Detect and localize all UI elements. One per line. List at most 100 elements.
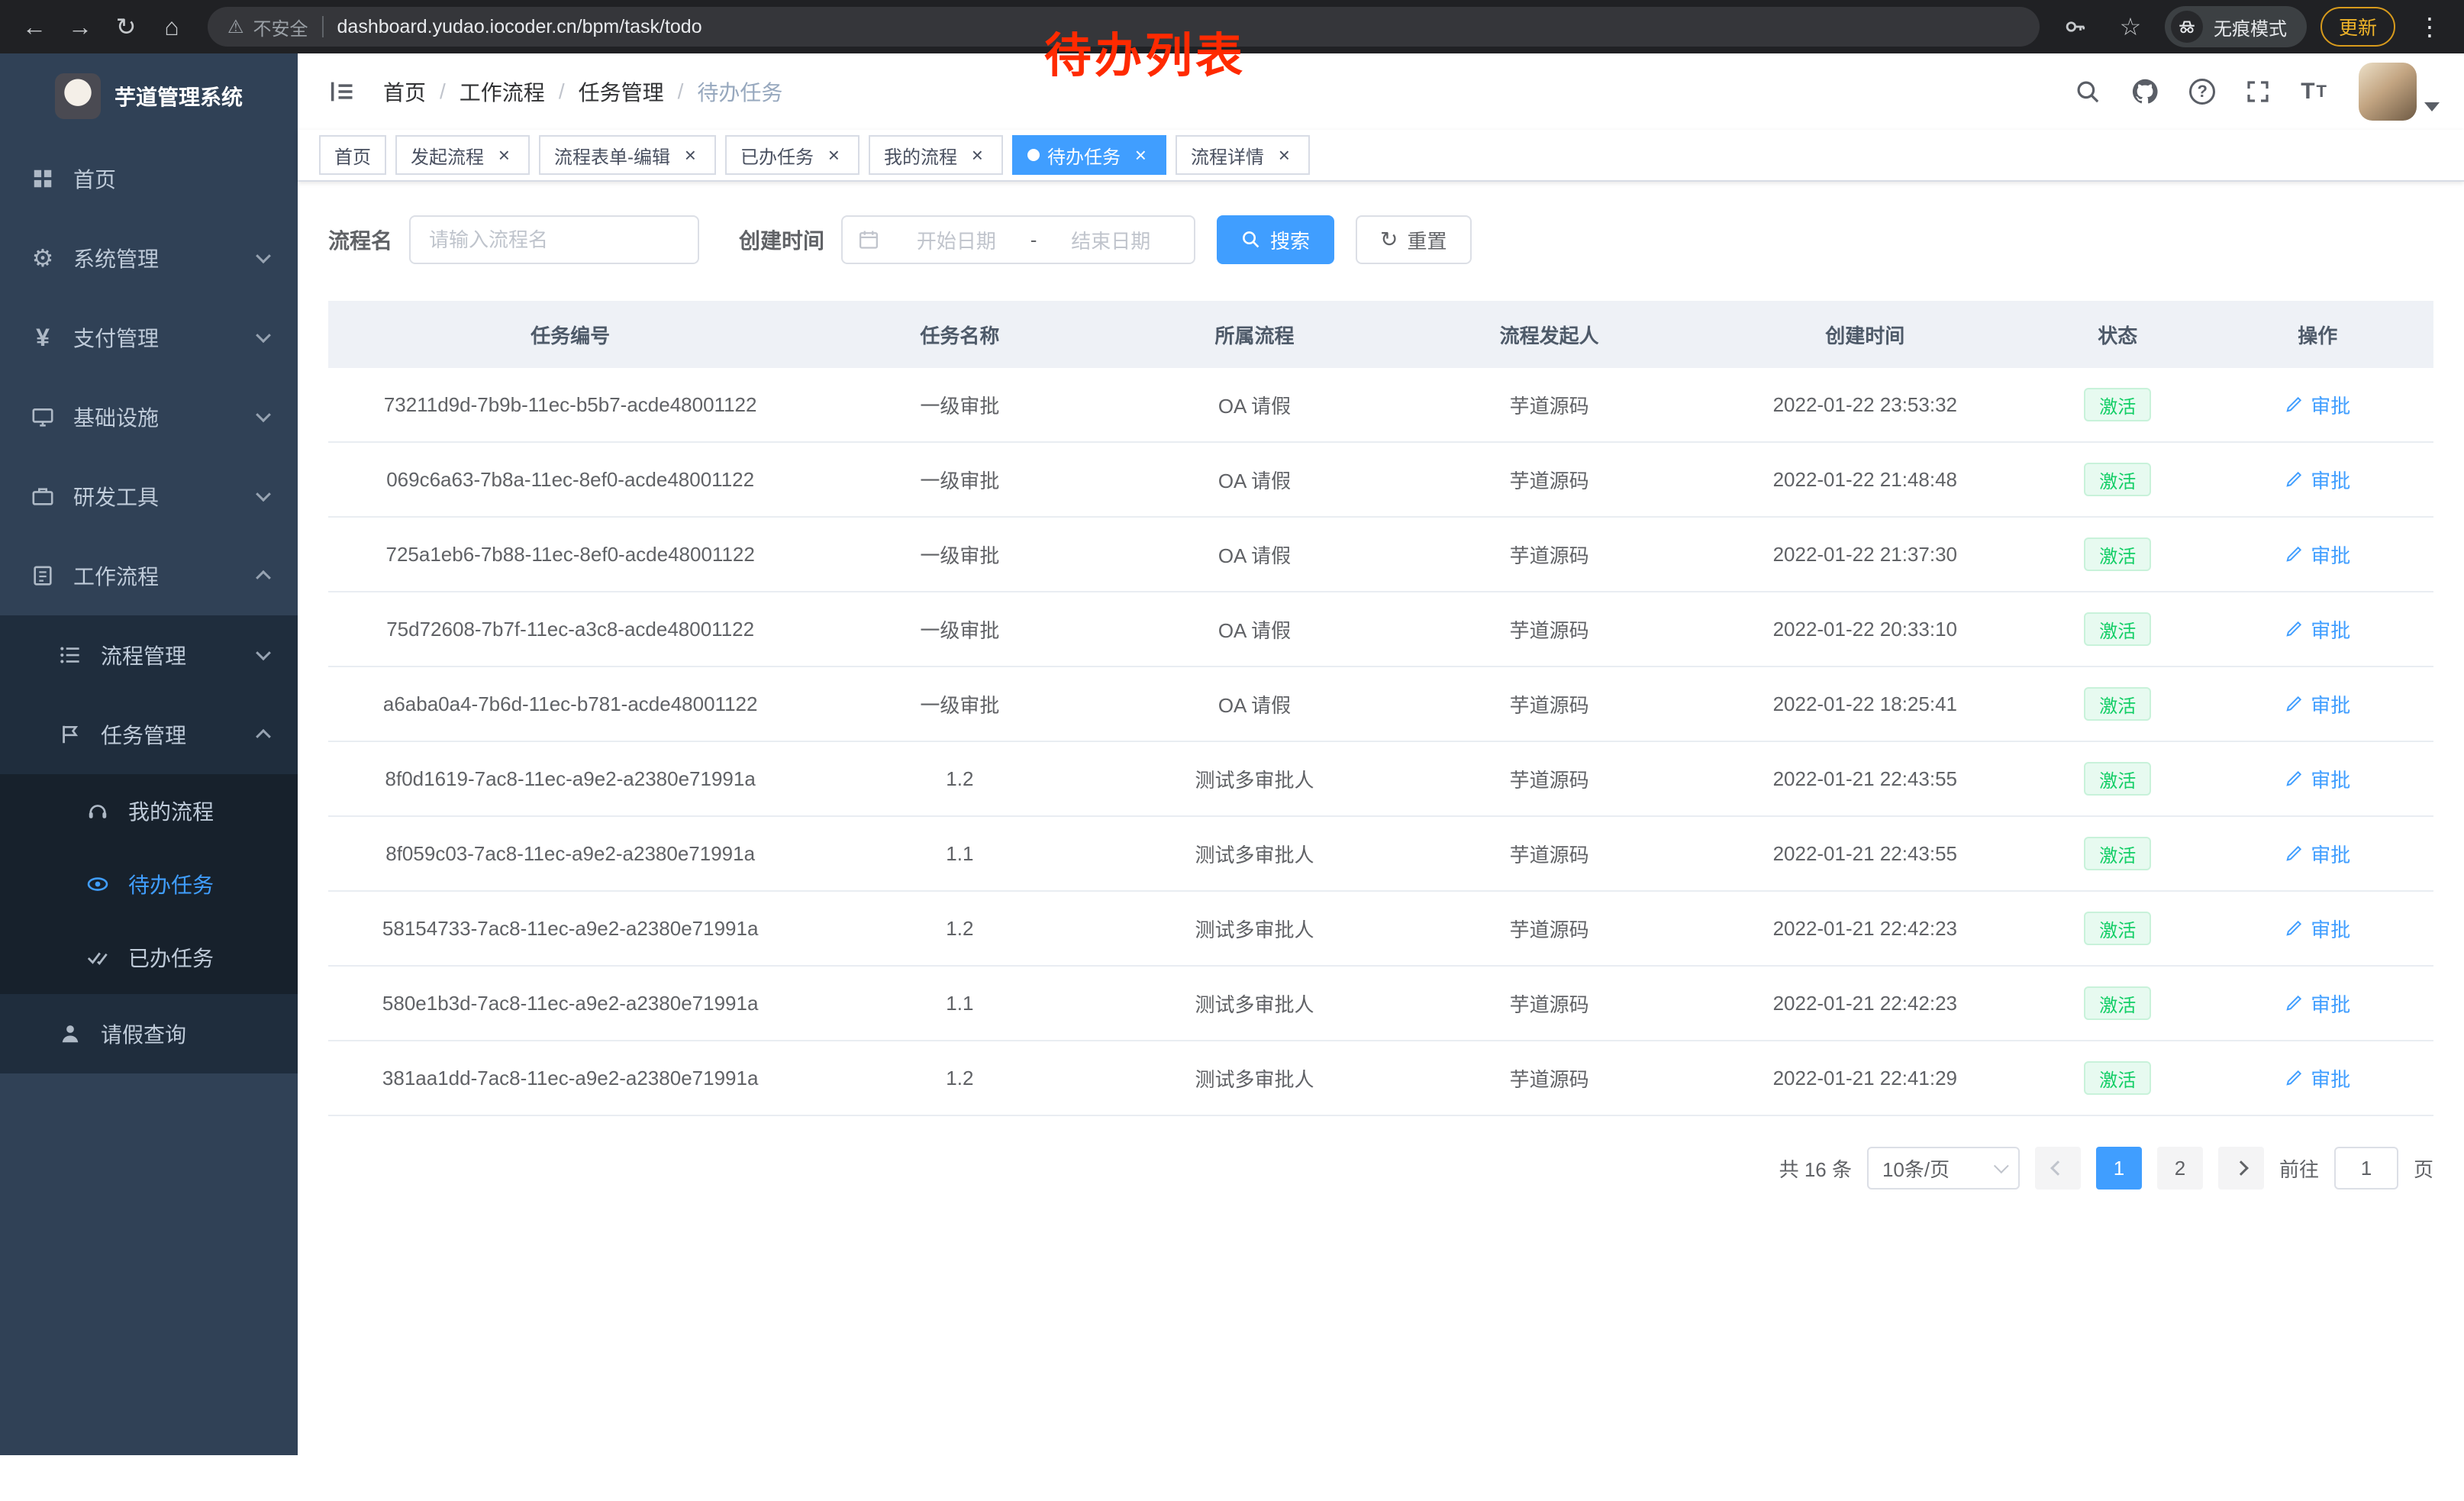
tab-close-icon[interactable]: × xyxy=(1273,144,1295,166)
sidebar-item-done-tasks[interactable]: 已办任务 xyxy=(0,921,298,994)
breadcrumb-home[interactable]: 首页 xyxy=(383,76,426,107)
approve-link[interactable]: 审批 xyxy=(2285,391,2350,419)
task-create-time: 2022-01-22 21:37:30 xyxy=(1697,518,2033,591)
approve-link[interactable]: 审批 xyxy=(2285,765,2350,793)
logo-image xyxy=(55,73,101,119)
sidebar-item-system[interactable]: ⚙ 系统管理 xyxy=(0,218,298,298)
tab-close-icon[interactable]: × xyxy=(823,144,844,166)
list-icon xyxy=(58,643,82,667)
sidebar-item-task-management[interactable]: 任务管理 xyxy=(0,695,298,774)
page-size-select[interactable]: 10条/页 xyxy=(1867,1147,2020,1190)
task-create-time: 2022-01-22 23:53:32 xyxy=(1697,368,2033,441)
task-id: 725a1eb6-7b88-11ec-8ef0-acde48001122 xyxy=(328,518,812,591)
app-logo[interactable]: 芋道管理系统 xyxy=(0,53,298,139)
approve-link[interactable]: 审批 xyxy=(2285,840,2350,868)
pagination: 共 16 条 10条/页 1 2 前往 页 xyxy=(328,1147,2433,1190)
key-icon[interactable] xyxy=(2055,6,2096,47)
filter-bar: 流程名 创建时间 开始日期 - 结束日期 xyxy=(328,215,2433,264)
breadcrumb-task-management: 任务管理 xyxy=(579,76,664,107)
prev-page-button[interactable] xyxy=(2035,1147,2081,1190)
next-page-button[interactable] xyxy=(2218,1147,2264,1190)
chevron-down-icon xyxy=(256,248,271,263)
tab-close-icon[interactable]: × xyxy=(966,144,988,166)
approve-link[interactable]: 审批 xyxy=(2285,615,2350,644)
goto-page-input[interactable] xyxy=(2334,1147,2398,1190)
sidebar-item-workflow[interactable]: 工作流程 xyxy=(0,536,298,615)
sidebar-collapse-icon[interactable] xyxy=(322,72,362,111)
pagination-total: 共 16 条 xyxy=(1779,1154,1852,1183)
approve-link[interactable]: 审批 xyxy=(2285,541,2350,569)
approve-link[interactable]: 审批 xyxy=(2285,1064,2350,1093)
task-starter: 芋道源码 xyxy=(1402,742,1697,815)
table-row: 73211d9d-7b9b-11ec-b5b7-acde48001122 一级审… xyxy=(328,368,2433,443)
task-name: 一级审批 xyxy=(812,368,1107,441)
toolbox-icon xyxy=(31,484,55,508)
page-number-button[interactable]: 2 xyxy=(2157,1147,2203,1190)
refresh-icon: ↻ xyxy=(1380,229,1398,250)
task-process: 测试多审批人 xyxy=(1107,1041,1401,1115)
security-label: 不安全 xyxy=(253,14,308,40)
process-name-input[interactable] xyxy=(409,215,699,264)
reset-button[interactable]: ↻ 重置 xyxy=(1356,215,1471,264)
search-button[interactable]: 搜索 xyxy=(1217,215,1334,264)
sidebar-item-payment[interactable]: ¥ 支付管理 xyxy=(0,298,298,377)
tab-close-icon[interactable]: × xyxy=(679,144,701,166)
table-row: a6aba0a4-7b6d-11ec-b781-acde48001122 一级审… xyxy=(328,667,2433,742)
approve-link[interactable]: 审批 xyxy=(2285,466,2350,494)
bookmark-star-icon[interactable]: ☆ xyxy=(2110,6,2151,47)
warning-icon: ⚠ xyxy=(227,16,244,38)
approve-link[interactable]: 审批 xyxy=(2285,989,2350,1018)
font-size-icon[interactable]: TT xyxy=(2301,79,2328,105)
create-time-range-picker[interactable]: 开始日期 - 结束日期 xyxy=(841,215,1195,264)
task-name: 1.2 xyxy=(812,742,1107,815)
col-process: 所属流程 xyxy=(1107,301,1401,368)
user-menu[interactable] xyxy=(2359,63,2440,121)
view-tab[interactable]: 首页 xyxy=(319,135,386,175)
view-tab[interactable]: 已办任务 × xyxy=(725,135,859,175)
view-tab[interactable]: 我的流程 × xyxy=(869,135,1003,175)
sidebar-item-devtools[interactable]: 研发工具 xyxy=(0,457,298,536)
sidebar-item-leave-query[interactable]: 请假查询 xyxy=(0,994,298,1073)
task-id: 069c6a63-7b8a-11ec-8ef0-acde48001122 xyxy=(328,443,812,516)
gear-icon: ⚙ xyxy=(31,246,55,270)
task-name: 一级审批 xyxy=(812,592,1107,666)
chevron-down-icon xyxy=(256,486,271,502)
table-row: 75d72608-7b7f-11ec-a3c8-acde48001122 一级审… xyxy=(328,592,2433,667)
page-number-button[interactable]: 1 xyxy=(2096,1147,2142,1190)
view-tab[interactable]: 待办任务 × xyxy=(1012,135,1166,175)
update-button[interactable]: 更新 xyxy=(2320,7,2395,47)
process-name-label: 流程名 xyxy=(328,224,392,255)
help-icon[interactable]: ? xyxy=(2189,79,2215,105)
sidebar-item-todo-tasks[interactable]: 待办任务 xyxy=(0,847,298,921)
col-task-name: 任务名称 xyxy=(812,301,1107,368)
sidebar-item-infrastructure[interactable]: 基础设施 xyxy=(0,377,298,457)
tab-close-icon[interactable]: × xyxy=(493,144,514,166)
incognito-badge: 无痕模式 xyxy=(2165,6,2307,47)
approve-link[interactable]: 审批 xyxy=(2285,915,2350,943)
browser-menu-icon[interactable]: ⋮ xyxy=(2409,6,2450,47)
github-icon[interactable] xyxy=(2131,78,2159,105)
monitor-icon xyxy=(31,405,55,429)
view-tab[interactable]: 发起流程 × xyxy=(395,135,530,175)
sidebar-item-process-management[interactable]: 流程管理 xyxy=(0,615,298,695)
search-icon[interactable] xyxy=(2075,79,2101,105)
status-badge: 激活 xyxy=(2084,986,2151,1020)
todo-task-table: 任务编号 任务名称 所属流程 流程发起人 创建时间 状态 操作 73211d9d… xyxy=(328,301,2433,1116)
view-tab[interactable]: 流程详情 × xyxy=(1176,135,1310,175)
forward-icon[interactable]: → xyxy=(60,6,101,47)
task-create-time: 2022-01-21 22:43:55 xyxy=(1697,817,2033,890)
yen-icon: ¥ xyxy=(31,325,55,350)
goto-label: 前往 xyxy=(2279,1154,2319,1183)
reload-icon[interactable]: ↻ xyxy=(105,6,147,47)
fullscreen-icon[interactable] xyxy=(2246,79,2270,104)
tab-close-icon[interactable]: × xyxy=(1130,144,1151,166)
sidebar-item-home[interactable]: 首页 xyxy=(0,139,298,218)
view-tab[interactable]: 流程表单-编辑 × xyxy=(539,135,716,175)
dashboard-icon xyxy=(31,166,55,191)
back-icon[interactable]: ← xyxy=(14,6,55,47)
approve-link[interactable]: 审批 xyxy=(2285,690,2350,718)
status-badge: 激活 xyxy=(2084,388,2151,421)
task-starter: 芋道源码 xyxy=(1402,368,1697,441)
home-icon[interactable]: ⌂ xyxy=(151,6,192,47)
sidebar-item-my-process[interactable]: 我的流程 xyxy=(0,774,298,847)
